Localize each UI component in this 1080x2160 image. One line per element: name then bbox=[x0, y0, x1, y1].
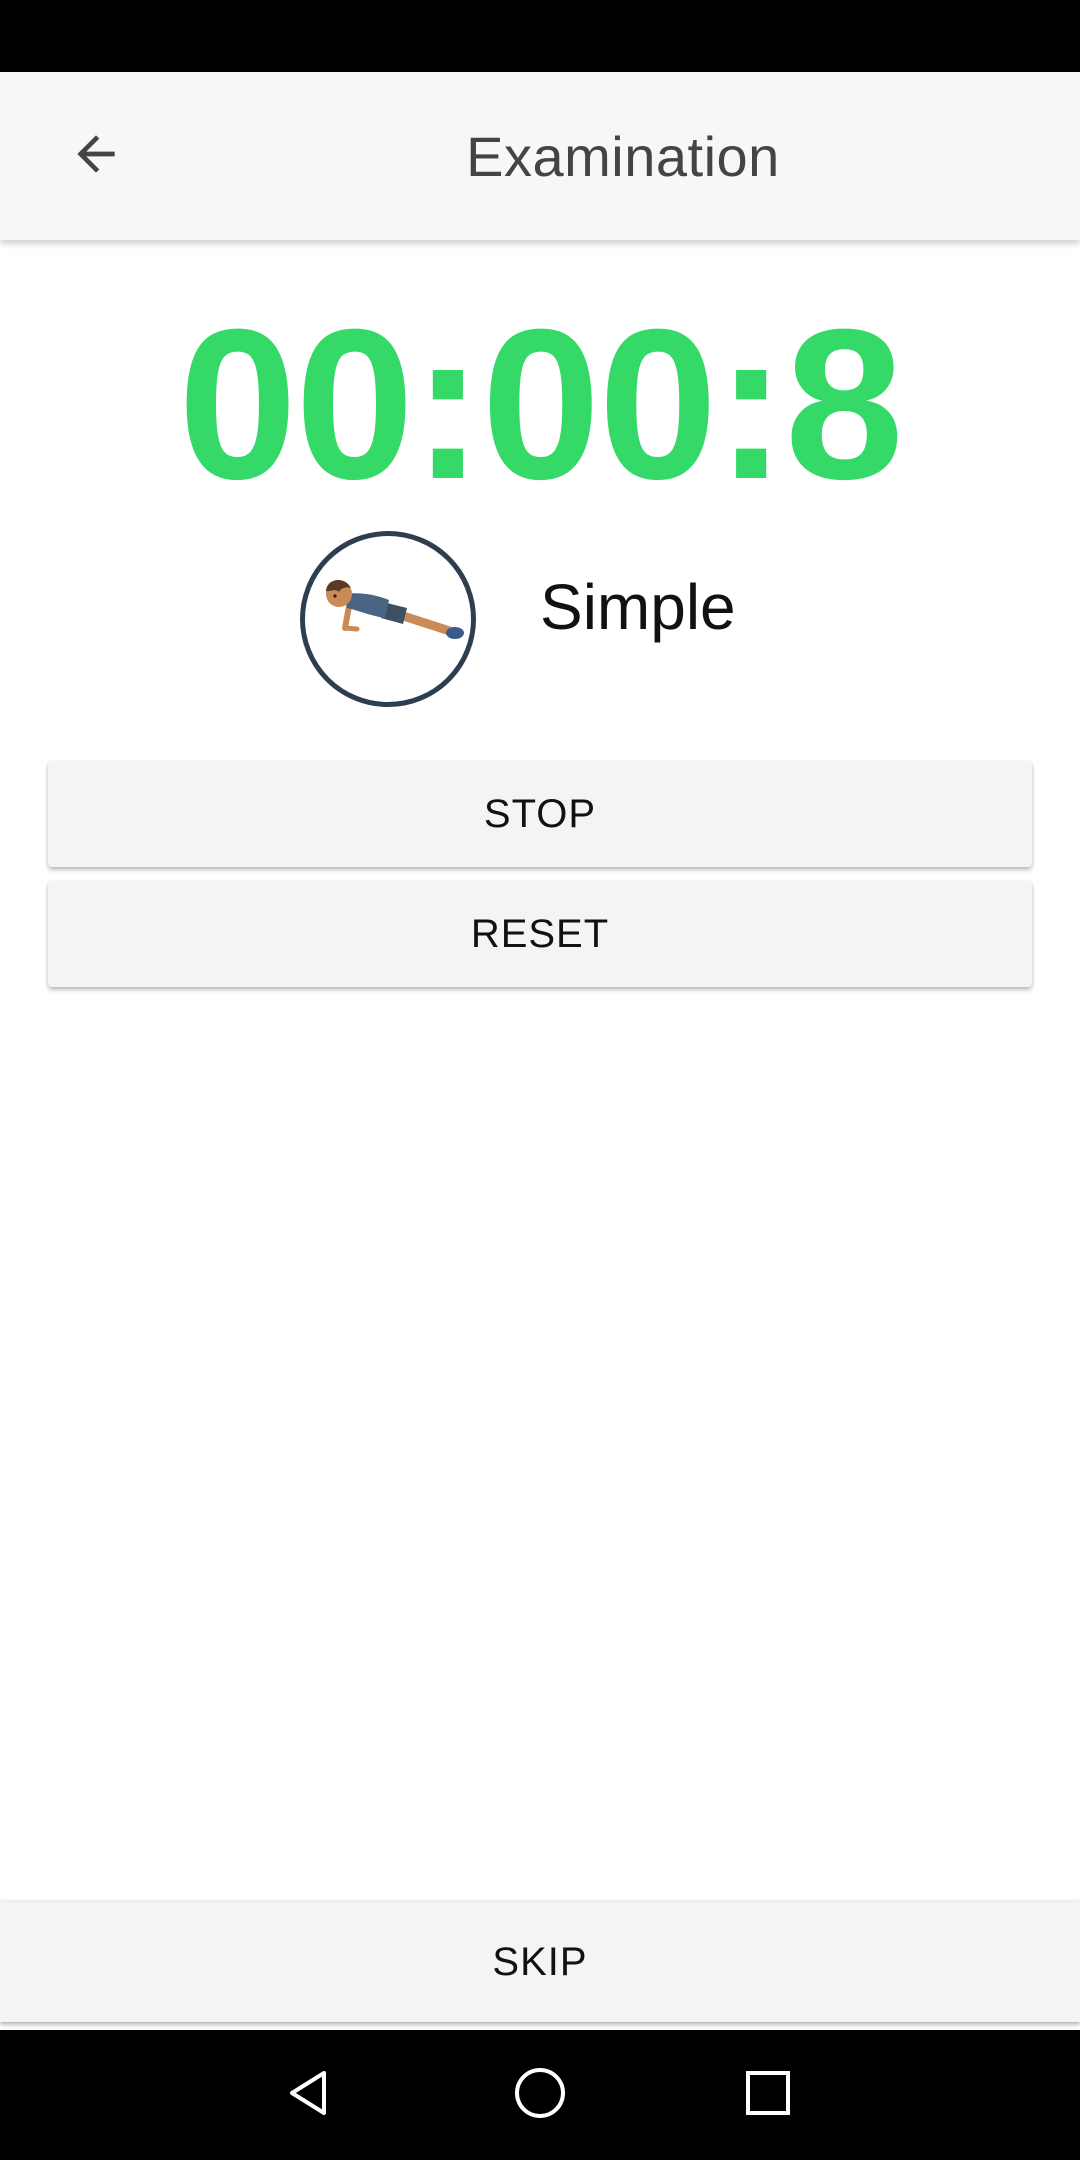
page-title: Examination bbox=[466, 124, 780, 188]
nav-back-button[interactable] bbox=[268, 2055, 348, 2135]
push-up-illustration-icon bbox=[326, 580, 464, 639]
nav-back-icon bbox=[280, 2065, 336, 2126]
exercise-name: Simple bbox=[540, 571, 736, 643]
nav-home-icon bbox=[512, 2065, 568, 2126]
nav-recents-icon bbox=[740, 2065, 796, 2126]
app-bar: Examination bbox=[0, 72, 1080, 240]
nav-home-button[interactable] bbox=[500, 2055, 580, 2135]
status-bar bbox=[0, 0, 1080, 72]
timer-display: 00:00:8 bbox=[178, 285, 904, 524]
nav-recents-button[interactable] bbox=[728, 2055, 808, 2135]
examination-screen: Examination 00:00:8 Simple STOP RESET SK… bbox=[0, 0, 1080, 2160]
reset-button[interactable]: RESET bbox=[48, 881, 1032, 987]
system-navigation-bar bbox=[0, 2030, 1080, 2160]
skip-button[interactable]: SKIP bbox=[0, 1902, 1080, 2022]
stop-button[interactable]: STOP bbox=[48, 761, 1032, 867]
exercise-image bbox=[300, 531, 476, 707]
